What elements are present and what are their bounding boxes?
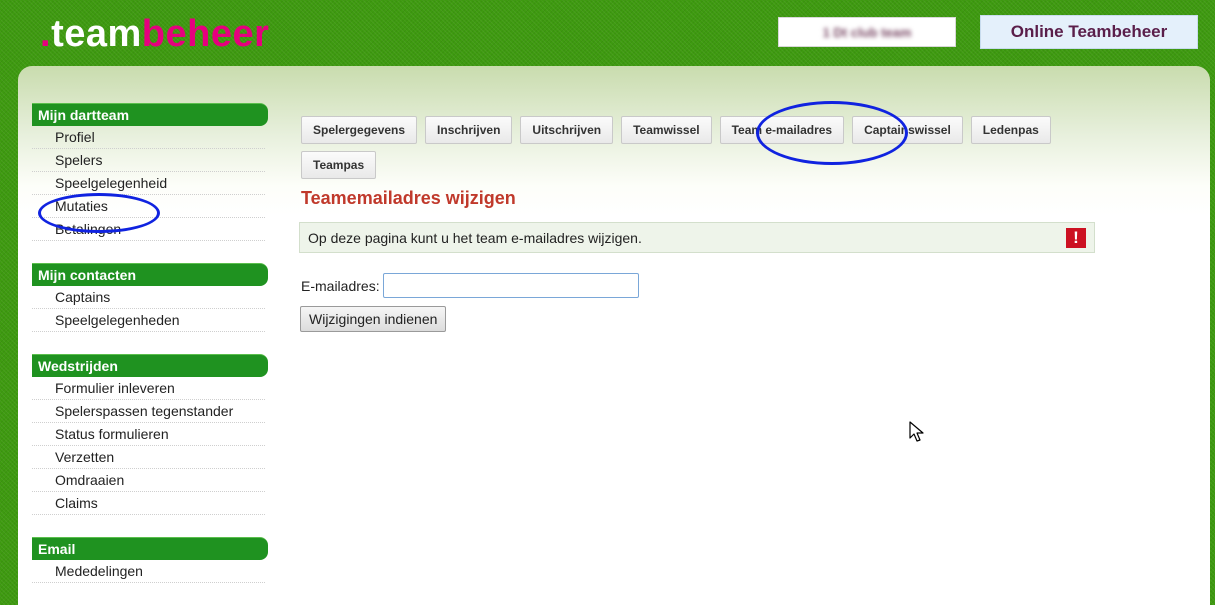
sidebar-item-claims[interactable]: Claims — [32, 492, 265, 515]
sidebar-item-captains[interactable]: Captains — [32, 286, 265, 309]
tab-teampas[interactable]: Teampas — [301, 151, 377, 179]
sidebar-item-speelgelegenheid[interactable]: Speelgelegenheid — [32, 172, 265, 195]
sidebar-header: Mijn dartteam — [32, 103, 268, 126]
sidebar-item-betalingen[interactable]: Betalingen — [32, 218, 265, 241]
tab-captainswissel[interactable]: Captainswissel — [852, 116, 963, 144]
logo-beheer: beheer — [141, 13, 270, 55]
info-message-text: Op deze pagina kunt u het team e-mailadr… — [308, 230, 642, 246]
sidebar-item-status-formulieren[interactable]: Status formulieren — [32, 423, 265, 446]
alert-icon: ! — [1066, 228, 1086, 248]
sidebar-item-spelers[interactable]: Spelers — [32, 149, 265, 172]
info-message: Op deze pagina kunt u het team e-mailadr… — [299, 222, 1095, 253]
tab-uitschrijven[interactable]: Uitschrijven — [520, 116, 614, 144]
tab-bar: Spelergegevens Inschrijven Uitschrijven … — [301, 116, 1121, 179]
club-name: 1 Dt club team — [822, 24, 912, 40]
club-name-box: 1 Dt club team — [778, 17, 956, 47]
sidebar-item-profiel[interactable]: Profiel — [32, 126, 265, 149]
tab-inschrijven[interactable]: Inschrijven — [425, 116, 513, 144]
page-title: Teamemailadres wijzigen — [301, 188, 516, 208]
sidebar-item-mededelingen[interactable]: Mededelingen — [32, 560, 265, 583]
sidebar: Mijn dartteam Profiel Spelers Speelgeleg… — [32, 103, 268, 605]
sidebar-item-mutaties[interactable]: Mutaties — [32, 195, 265, 218]
sidebar-item-formulier-inleveren[interactable]: Formulier inleveren — [32, 377, 265, 400]
site-logo[interactable]: .teambeheer — [40, 14, 269, 54]
tab-spelergegevens[interactable]: Spelergegevens — [301, 116, 418, 144]
sidebar-group-email: Email Mededelingen — [32, 537, 268, 583]
sidebar-group-wedstrijden: Wedstrijden Formulier inleveren Spelersp… — [32, 354, 268, 515]
email-field[interactable] — [382, 273, 639, 298]
email-label: E-mailadres: — [301, 277, 380, 294]
mouse-cursor-icon — [909, 421, 924, 442]
tab-team-emailadres[interactable]: Team e-mailadres — [719, 116, 845, 144]
sidebar-header: Wedstrijden — [32, 354, 268, 377]
sidebar-header: Email — [32, 537, 268, 560]
sidebar-item-verzetten[interactable]: Verzetten — [32, 446, 265, 469]
sidebar-group-mijn-dartteam: Mijn dartteam Profiel Spelers Speelgeleg… — [32, 103, 268, 241]
sidebar-item-speelgelegenheden[interactable]: Speelgelegenheden — [32, 309, 265, 332]
sidebar-group-mijn-contacten: Mijn contacten Captains Speelgelegenhede… — [32, 263, 268, 332]
tab-teamwissel[interactable]: Teamwissel — [621, 116, 712, 144]
sidebar-item-omdraaien[interactable]: Omdraaien — [32, 469, 265, 492]
tab-ledenpas[interactable]: Ledenpas — [970, 116, 1051, 144]
logo-dot: . — [40, 13, 52, 55]
logo-team: team — [51, 13, 142, 55]
online-teambeheer-title: Online Teambeheer — [980, 15, 1198, 49]
email-form-row: E-mailadres: — [301, 273, 639, 298]
submit-changes-button[interactable]: Wijzigingen indienen — [300, 306, 447, 332]
sidebar-item-spelerspassen-tegenstander[interactable]: Spelerspassen tegenstander — [32, 400, 265, 423]
sidebar-header: Mijn contacten — [32, 263, 268, 286]
